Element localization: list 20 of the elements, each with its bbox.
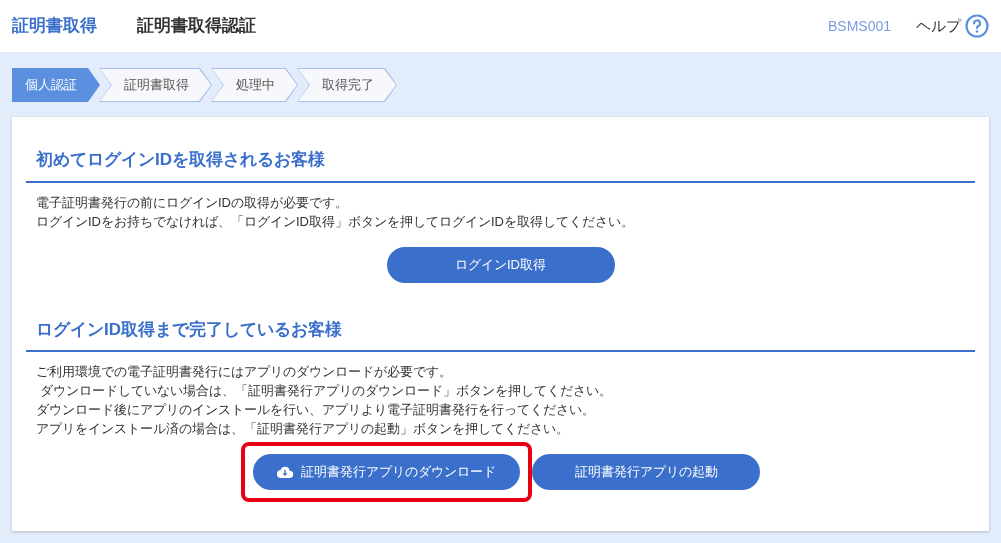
description-text: ダウンロード後にアプリのインストールを行い、アプリより電子証明書発行を行ってください。 <box>36 401 596 419</box>
description-text: アプリをインストール済の場合は、「証明書発行アプリの起動」ボタンを押してください。 <box>36 420 570 438</box>
action-button[interactable]: ログインID取得 <box>386 246 615 283</box>
download-button[interactable]: 証明書発行アプリのダウンロード <box>253 454 520 490</box>
section-heading: 初めてログインIDを取得されるお客様 <box>26 147 975 183</box>
section-heading: ログインID取得まで完了しているお客様 <box>26 316 975 352</box>
screen-id: BSMS001 <box>827 16 891 36</box>
description-text: ご利用環境での電子証明書発行にはアプリのダウンロードが必要です。 <box>36 363 453 381</box>
app-title: 証明書取得 <box>12 15 97 38</box>
step-tab[interactable]: 取得完了 <box>297 68 397 102</box>
step-tab[interactable]: 証明書取得 <box>99 68 212 102</box>
step-tab[interactable]: 処理中 <box>211 68 298 102</box>
action-button[interactable]: 証明書発行アプリの起動 <box>532 454 760 490</box>
help-icon[interactable] <box>965 14 989 38</box>
cloud-download-icon <box>277 466 293 478</box>
description-text: ログインIDをお持ちでなければ、「ログインID取得」ボタンを押してログインIDを取得してください。 <box>36 212 635 231</box>
description-text: ダウンロードしていない場合は、「証明書発行アプリのダウンロード」ボタンを押してください。 <box>38 382 613 400</box>
help-link[interactable]: ヘルプ <box>916 14 961 38</box>
page-title: 証明書取得認証 <box>137 15 256 38</box>
description-text: 電子証明書発行の前にログインIDの取得が必要です。 <box>36 193 349 212</box>
